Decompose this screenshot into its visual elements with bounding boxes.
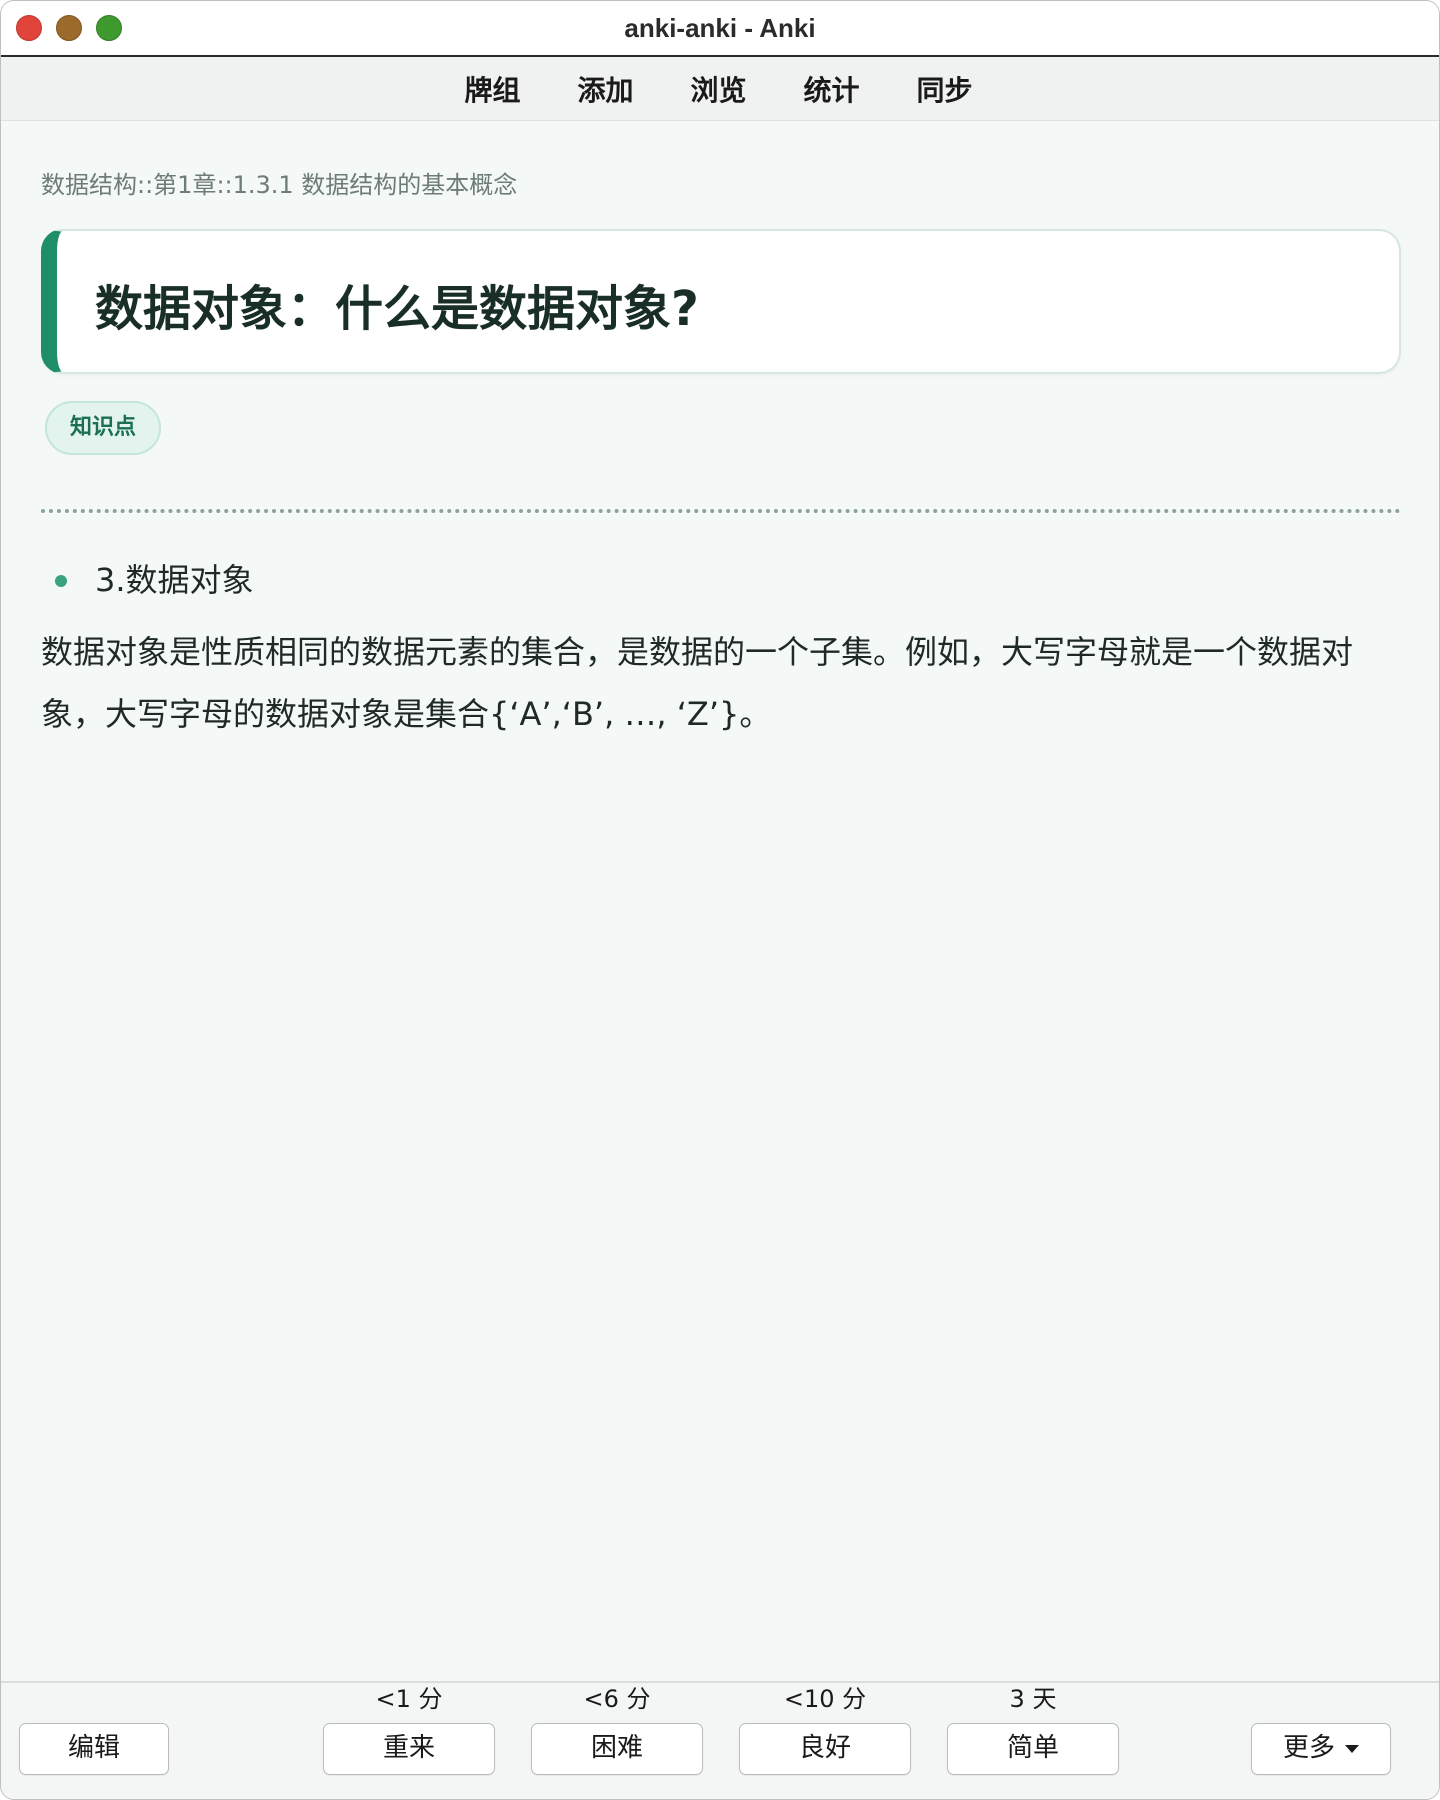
question-card: 数据对象：什么是数据对象? <box>41 229 1401 374</box>
answer-divider <box>41 509 1401 513</box>
easy-interval: 3 天 <box>1009 1685 1057 1713</box>
easy-button[interactable]: 简单 <box>947 1723 1119 1775</box>
again-interval: <1 分 <box>375 1685 443 1713</box>
toolbar-add[interactable]: 添加 <box>549 69 661 109</box>
more-label: 更多 <box>1282 1733 1335 1763</box>
toolbar-sync[interactable]: 同步 <box>889 69 1001 109</box>
toolbar-stats[interactable]: 统计 <box>776 69 888 109</box>
good-interval: <10 分 <box>783 1685 867 1713</box>
tag-badge: 知识点 <box>45 401 161 455</box>
hard-button[interactable]: 困难 <box>531 1723 703 1775</box>
bullet-text: 3.数据对象 <box>95 561 254 599</box>
bullet-dot-icon <box>55 575 67 587</box>
edit-button[interactable]: 编辑 <box>19 1723 169 1775</box>
anki-window: anki-anki - Anki 牌组 添加 浏览 统计 同步 数据结构::第1… <box>0 0 1440 1800</box>
more-button[interactable]: 更多 <box>1251 1723 1391 1775</box>
review-bottom-bar: 编辑 <1 分 重来 <6 分 困难 <10 分 良好 3 天 简单 更多 <box>1 1681 1439 1799</box>
deck-breadcrumb: 数据结构::第1章::1.3.1 数据结构的基本概念 <box>41 171 518 199</box>
toolbar-decks[interactable]: 牌组 <box>436 69 548 109</box>
chevron-down-icon <box>1345 1744 1359 1753</box>
hard-interval: <6 分 <box>583 1685 651 1713</box>
good-button[interactable]: 良好 <box>739 1723 911 1775</box>
question-text: 数据对象：什么是数据对象? <box>95 281 699 337</box>
answer-text: 数据对象是性质相同的数据元素的集合，是数据的一个子集。例如，大写字母就是一个数据… <box>41 633 1354 733</box>
main-toolbar: 牌组 添加 浏览 统计 同步 <box>1 57 1439 121</box>
again-button[interactable]: 重来 <box>323 1723 495 1775</box>
window-title: anki-anki - Anki <box>624 13 816 43</box>
title-bar: anki-anki - Anki <box>1 1 1439 57</box>
toolbar-browse[interactable]: 浏览 <box>662 69 774 109</box>
